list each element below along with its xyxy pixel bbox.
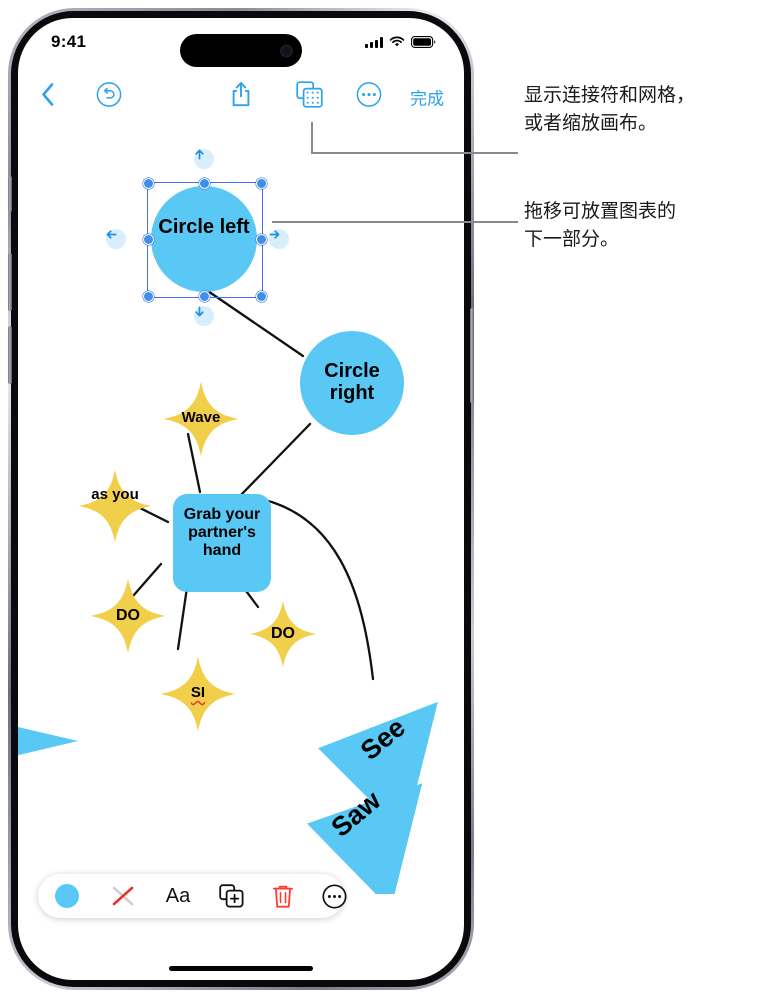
star-as-you-icon [78, 469, 152, 543]
more-circle-icon [321, 883, 347, 909]
handle-top-right[interactable] [256, 178, 267, 189]
trash-icon [272, 885, 294, 908]
callout-grid-leader-vertical [311, 122, 313, 154]
duplicate-button[interactable] [206, 884, 258, 908]
more-format-button[interactable] [308, 883, 360, 909]
wifi-icon [389, 36, 405, 47]
action-button[interactable] [8, 176, 12, 212]
handle-middle-left[interactable] [143, 234, 154, 245]
arrow-right-icon [269, 230, 280, 239]
done-button[interactable]: 完成 [410, 85, 444, 110]
iphone-frame: 9:41 完成 Circle left Circle right Wave as… [8, 8, 474, 990]
arrow-up-button[interactable] [194, 149, 214, 169]
share-icon [232, 82, 250, 107]
volume-down-button[interactable] [8, 326, 12, 384]
callout-arrow-leader [272, 221, 518, 223]
home-indicator [169, 966, 313, 971]
top-toolbar: 完成 [18, 70, 464, 124]
handle-top-center[interactable] [199, 178, 210, 189]
delete-button[interactable] [258, 884, 308, 909]
handle-middle-right[interactable] [256, 234, 267, 245]
fill-color-swatch [55, 884, 79, 908]
power-button[interactable] [470, 308, 474, 403]
text-style-button[interactable]: Aa [150, 885, 206, 908]
star-wave-icon [163, 381, 239, 457]
rect-grab-icon [173, 494, 271, 592]
fill-color-button[interactable] [38, 884, 96, 908]
bottom-toolbar: Aa [38, 874, 347, 918]
chevron-left-icon [42, 83, 54, 106]
diagram-canvas[interactable]: Circle left Circle right Wave as you Gra… [18, 124, 464, 894]
cellular-bars-icon [365, 37, 383, 48]
status-time: 9:41 [51, 32, 87, 51]
no-stroke-icon [112, 886, 134, 906]
front-camera-icon [280, 44, 293, 57]
arrow-down-button[interactable] [194, 306, 214, 326]
more-circle-icon [356, 82, 382, 107]
more-options-button[interactable] [356, 82, 382, 113]
battery-icon [411, 36, 436, 48]
star-do-left-icon [90, 578, 166, 654]
handle-bottom-center[interactable] [199, 291, 210, 302]
star-si-icon [160, 656, 236, 732]
phone-screen: 9:41 完成 Circle left Circle right Wave as… [18, 18, 464, 980]
grid-layers-icon [296, 81, 323, 108]
callout-grid-leader-horizontal [311, 152, 518, 154]
selection-rect [147, 182, 263, 298]
share-button[interactable] [230, 81, 252, 114]
arrow-left-icon [106, 230, 117, 239]
arrow-down-icon [195, 306, 204, 317]
grid-layers-button[interactable] [296, 81, 323, 113]
handle-top-left[interactable] [143, 178, 154, 189]
arrow-up-icon [195, 149, 204, 160]
undo-button[interactable] [96, 82, 122, 113]
status-icons [365, 36, 436, 48]
callout-arrow-text: 拖移可放置图表的 下一部分。 [524, 201, 677, 250]
no-stroke-button[interactable] [96, 883, 150, 909]
handle-bottom-left[interactable] [143, 291, 154, 302]
handle-bottom-right[interactable] [256, 291, 267, 302]
volume-up-button[interactable] [8, 253, 12, 311]
shape-see [18, 726, 78, 756]
back-button[interactable] [40, 82, 56, 113]
undo-circle-icon [96, 82, 122, 107]
duplicate-icon [219, 884, 244, 908]
arrow-left-button[interactable] [106, 229, 126, 249]
circle-right-icon [300, 331, 404, 435]
dynamic-island [180, 34, 302, 67]
star-do-right-icon [249, 600, 317, 668]
callout-grid-text: 显示连接符和网格， 或者缩放画布。 [524, 85, 696, 134]
arrow-right-button[interactable] [269, 229, 289, 249]
